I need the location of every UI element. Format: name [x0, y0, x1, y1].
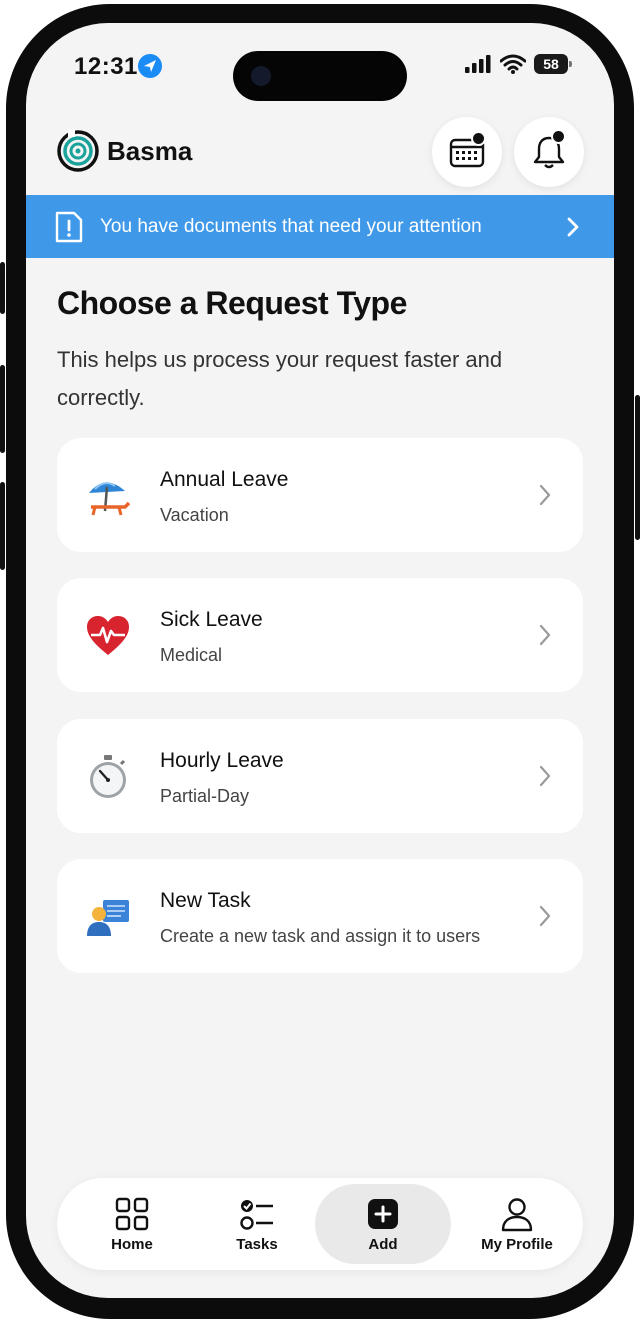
page-title: Choose a Request Type [57, 285, 407, 321]
request-title: New Task [160, 889, 251, 912]
tab-home[interactable]: Home [71, 1178, 193, 1270]
beach-umbrella-icon [89, 482, 131, 516]
battery-indicator: 58 [534, 54, 572, 74]
volume-up-button [0, 365, 5, 453]
action-button [0, 262, 5, 314]
plus-square-icon [368, 1198, 398, 1229]
status-time: 12:31 [74, 53, 138, 80]
signal-icon [465, 55, 491, 73]
request-title: Annual Leave [160, 468, 289, 491]
request-subtitle: Vacation [160, 505, 229, 525]
request-subtitle: Medical [160, 645, 223, 665]
notification-dot [551, 129, 566, 144]
stopwatch-icon [90, 755, 126, 798]
brand-name: Basma [107, 136, 193, 166]
tab-label: Add [368, 1235, 398, 1253]
chevron-right-icon [567, 217, 579, 236]
user-icon [501, 1197, 533, 1231]
volume-down-button [0, 482, 5, 570]
notifications-button[interactable] [514, 117, 584, 187]
tab-tasks[interactable]: Tasks [197, 1178, 317, 1270]
tab-label: Tasks [236, 1235, 278, 1253]
request-card-annual-leave[interactable]: Annual Leave Vacation [57, 438, 583, 552]
dynamic-island [233, 51, 407, 101]
tab-label: Home [111, 1235, 153, 1253]
request-card-new-task[interactable]: New Task Create a new task and assign it… [57, 859, 583, 973]
location-arrow-icon [138, 54, 162, 78]
grid-icon [115, 1197, 149, 1230]
calendar-notification-dot [471, 131, 486, 146]
request-subtitle: Partial-Day [160, 786, 250, 806]
banner-text: You have documents that need your attent… [100, 215, 482, 237]
tab-label: My Profile [481, 1235, 553, 1253]
request-card-hourly-leave[interactable]: Hourly Leave Partial-Day [57, 719, 583, 833]
request-title: Sick Leave [160, 608, 263, 631]
document-alert-icon [55, 211, 83, 242]
status-indicators: 58 [464, 54, 572, 74]
page-subtitle: This helps us process your request faste… [57, 347, 503, 410]
basma-logo-icon [57, 129, 99, 172]
chevron-right-icon [539, 624, 551, 646]
chevron-right-icon [539, 484, 551, 506]
bottom-tab-bar: Home Tasks Add My Profile [57, 1178, 583, 1270]
checklist-icon [240, 1199, 273, 1230]
tab-add[interactable]: Add [315, 1184, 451, 1264]
request-title: Hourly Leave [160, 749, 284, 772]
camera-icon [251, 66, 271, 86]
app-screen: 12:31 58 Basma You have documents that n… [26, 23, 614, 1298]
request-subtitle: Create a new task and assign it to users [160, 926, 481, 946]
chevron-right-icon [539, 765, 551, 787]
request-card-sick-leave[interactable]: Sick Leave Medical [57, 578, 583, 692]
wifi-icon [500, 54, 526, 74]
presenter-icon [87, 900, 129, 936]
power-button [635, 395, 640, 540]
heartbeat-icon [87, 616, 129, 655]
attention-banner[interactable]: You have documents that need your attent… [26, 195, 614, 258]
chevron-right-icon [539, 905, 551, 927]
calendar-button[interactable] [432, 117, 502, 187]
tab-my-profile[interactable]: My Profile [457, 1178, 577, 1270]
